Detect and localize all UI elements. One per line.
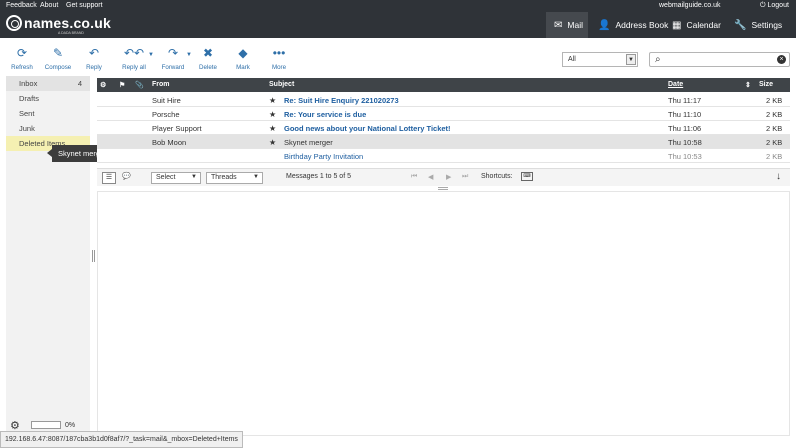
get-support-link[interactable]: Get support bbox=[66, 2, 103, 9]
nav-calendar[interactable]: ▦ Calendar bbox=[664, 12, 729, 38]
tag-icon: ◆ bbox=[238, 46, 248, 60]
threads-dropdown[interactable]: Threads ▼ bbox=[206, 172, 263, 184]
message-row-selected[interactable]: Bob Moon ★ Skynet merger Thu 10:58 2 KB bbox=[97, 135, 790, 149]
list-view-icon[interactable]: ☰ bbox=[102, 172, 116, 184]
star-icon[interactable]: ★ bbox=[269, 138, 276, 147]
person-icon: 👤 bbox=[598, 19, 611, 31]
message-list-footer: ☰ 💬 Select ▼ Threads ▼ Messages 1 to 5 of … bbox=[97, 168, 790, 186]
unread-count: 4 bbox=[77, 79, 82, 88]
mark-button[interactable]: ◆ Mark bbox=[223, 46, 263, 71]
select-dropdown[interactable]: Select ▼ bbox=[151, 172, 201, 184]
chevron-down-icon: ▼ bbox=[626, 54, 636, 65]
list-options-gear-icon[interactable]: ⚙ bbox=[100, 81, 106, 89]
nav-mail[interactable]: ✉ Mail bbox=[546, 12, 588, 38]
preview-pane bbox=[97, 191, 790, 436]
column-date[interactable]: Date bbox=[668, 81, 683, 88]
caret-down-icon: ▼ bbox=[191, 174, 197, 180]
shortcuts-label: Shortcuts: bbox=[481, 173, 513, 180]
star-icon[interactable]: ★ bbox=[269, 124, 276, 133]
about-link[interactable]: About bbox=[40, 2, 58, 9]
sort-icon[interactable]: ⇕ bbox=[745, 81, 751, 89]
thread-view-icon[interactable]: 💬 bbox=[122, 172, 131, 180]
folder-junk[interactable]: Junk bbox=[6, 121, 90, 136]
quota-percent: 0% bbox=[65, 422, 76, 429]
previous-page-icon[interactable]: ◀ bbox=[428, 173, 433, 181]
column-subject[interactable]: Subject bbox=[269, 81, 294, 88]
star-icon[interactable]: ★ bbox=[269, 96, 276, 105]
folder-drafts[interactable]: Drafts bbox=[6, 91, 90, 106]
scroll-down-arrow-icon[interactable]: ↓ bbox=[776, 171, 781, 182]
filter-select[interactable]: All ▼ bbox=[562, 52, 638, 67]
last-page-icon[interactable]: ⏭ bbox=[462, 173, 468, 181]
feedback-link[interactable]: Feedback bbox=[6, 2, 37, 9]
message-row[interactable]: Suit Hire ★ Re: Suit Hire Enquiry 221020… bbox=[97, 93, 790, 107]
logout-link[interactable]: ⏻ Logout bbox=[760, 2, 789, 10]
more-button[interactable]: ••• More bbox=[259, 46, 299, 71]
caret-down-icon: ▼ bbox=[253, 174, 259, 180]
folder-inbox[interactable]: Inbox 4 bbox=[6, 76, 90, 91]
webmail-app: Feedback About Get support webmailguide.… bbox=[0, 0, 796, 448]
folder-sent[interactable]: Sent bbox=[6, 106, 90, 121]
folder-list: Inbox 4 Drafts Sent Junk Deleted Items bbox=[6, 76, 90, 436]
star-icon[interactable]: ★ bbox=[269, 110, 276, 119]
nav-settings[interactable]: 🔧 Settings bbox=[726, 12, 790, 38]
column-size[interactable]: Size bbox=[759, 81, 773, 88]
column-from[interactable]: From bbox=[152, 81, 170, 88]
reply-icon: ↶ bbox=[88, 46, 100, 60]
logo-mark-icon bbox=[6, 15, 22, 31]
logo-subtitle: A DADA BRAND bbox=[58, 31, 84, 35]
compose-button[interactable]: ✎ Compose bbox=[38, 46, 78, 71]
status-url: 192.168.6.47:8087/187cba3b1d0f8af7/?_tas… bbox=[0, 431, 243, 448]
reply-button[interactable]: ↶ Reply bbox=[74, 46, 114, 71]
delete-button[interactable]: ✖ Delete bbox=[188, 46, 228, 71]
logo[interactable]: names.co.uk A DADA BRAND bbox=[6, 14, 112, 35]
top-header: Feedback About Get support webmailguide.… bbox=[0, 0, 796, 38]
reply-all-button[interactable]: ↶↶ Reply all ▼ bbox=[112, 46, 156, 71]
quota-bar bbox=[31, 421, 61, 429]
message-count: Messages 1 to 5 of 5 bbox=[286, 173, 351, 180]
more-dots-icon: ••• bbox=[272, 46, 286, 60]
keyboard-icon[interactable]: ⌨ bbox=[521, 172, 533, 181]
first-page-icon[interactable]: ⏮ bbox=[411, 173, 417, 181]
search-icon: ⌕ bbox=[655, 54, 661, 65]
message-row[interactable]: Birthday Party Invitation Thu 10:53 2 KB bbox=[97, 149, 790, 163]
horizontal-splitter[interactable] bbox=[438, 187, 448, 190]
domain-label: webmailguide.co.uk bbox=[659, 2, 721, 9]
power-icon: ⏻ bbox=[760, 2, 766, 9]
message-row[interactable]: Player Support ★ Good news about your Na… bbox=[97, 121, 790, 135]
compose-icon: ✎ bbox=[52, 46, 64, 60]
wrench-icon: 🔧 bbox=[734, 19, 747, 31]
message-list-header: ⚙ ⚑ 📎 From Subject Date ⇕ Size bbox=[97, 78, 790, 92]
delete-icon: ✖ bbox=[202, 46, 214, 60]
clear-search-icon[interactable]: × bbox=[777, 55, 786, 64]
logo-text: names.co.uk bbox=[24, 15, 112, 31]
pane-splitter[interactable] bbox=[92, 250, 95, 262]
refresh-button[interactable]: ⟳ Refresh bbox=[2, 46, 42, 71]
search-box[interactable]: ⌕ × bbox=[649, 52, 790, 67]
refresh-icon: ⟳ bbox=[16, 46, 28, 60]
calendar-icon: ▦ bbox=[672, 19, 682, 31]
flag-column-icon: ⚑ bbox=[119, 82, 126, 89]
message-row[interactable]: Porsche ★ Re: Your service is due Thu 11… bbox=[97, 107, 790, 121]
mail-icon: ✉ bbox=[554, 19, 563, 31]
next-page-icon[interactable]: ▶ bbox=[446, 173, 451, 181]
attachment-column-icon: 📎 bbox=[135, 82, 144, 89]
